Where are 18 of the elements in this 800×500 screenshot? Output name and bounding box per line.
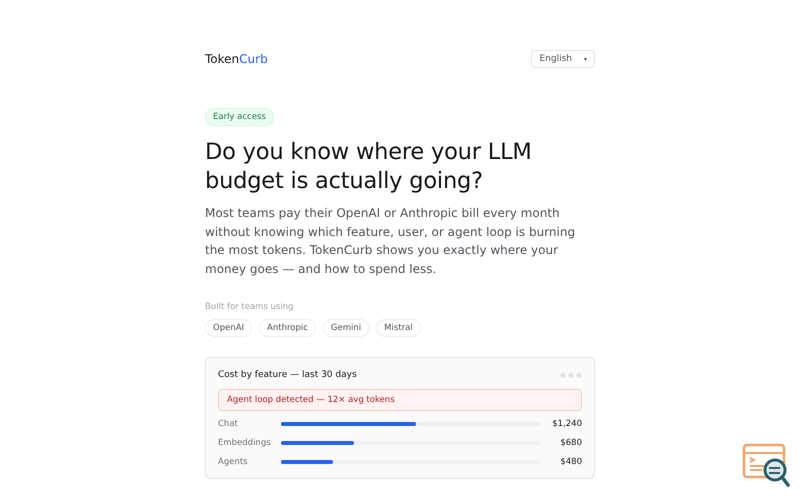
providers-label: Built for teams using bbox=[205, 302, 295, 312]
headline: Do you know where your LLM budget is actually going? bbox=[205, 138, 533, 196]
intro-paragraph: Most teams pay their OpenAI or Anthropic bill every month without knowing which feature, user, or agent loop is burning the most tokens. TokenCurb shows you exactly where your money goes — and how to spend less. bbox=[205, 205, 576, 278]
provider-chip: Mistral bbox=[376, 319, 421, 337]
early-access-badge: Early access bbox=[205, 108, 274, 126]
provider-chip: Gemini bbox=[322, 319, 370, 337]
cost-amount: $1,240 bbox=[552, 419, 582, 429]
alert-banner: Agent loop detected — 12× avg tokens bbox=[218, 389, 582, 411]
search-window-icon[interactable] bbox=[742, 442, 792, 490]
cost-amount: $680 bbox=[560, 438, 582, 448]
provider-chip: OpenAI bbox=[205, 319, 252, 337]
feature-label: Chat bbox=[218, 419, 239, 429]
card-title: Cost by feature — last 30 days bbox=[218, 370, 357, 380]
feature-label: Embeddings bbox=[218, 438, 272, 448]
provider-chip: Anthropic bbox=[259, 319, 316, 337]
brand-logo[interactable]: TokenCurb bbox=[205, 52, 268, 66]
feature-label: Agents bbox=[218, 457, 249, 467]
cost-amount: $480 bbox=[560, 457, 582, 467]
